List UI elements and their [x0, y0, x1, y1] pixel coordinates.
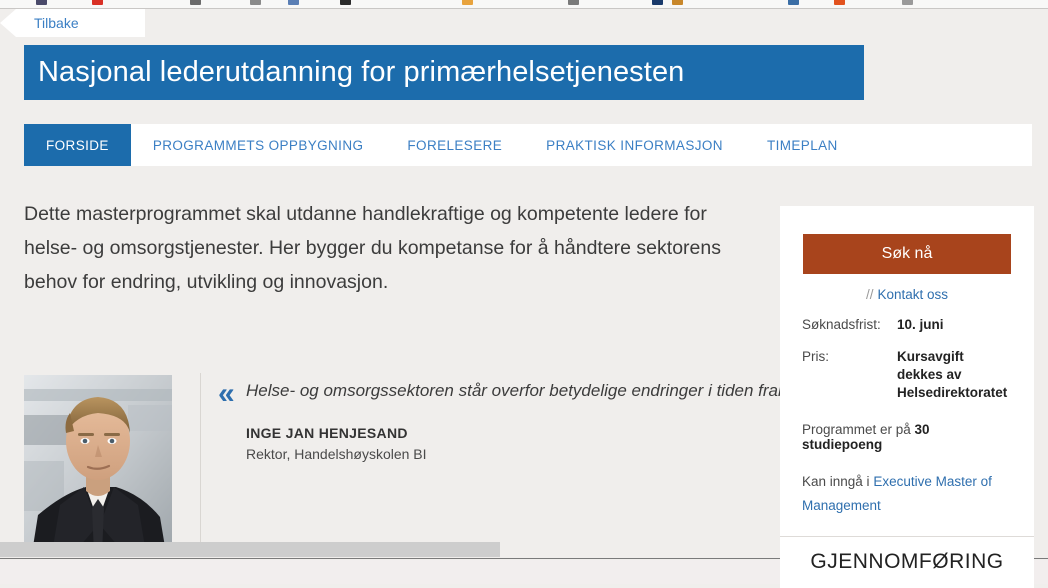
- slashes-icon: //: [865, 287, 874, 302]
- bookmark-icon-3[interactable]: [190, 0, 201, 5]
- bookmark-icon-5[interactable]: [288, 0, 299, 5]
- horizontal-scrollbar-thumb[interactable]: [0, 542, 500, 557]
- fact-value-deadline: 10. juni: [897, 317, 944, 332]
- nav-tab-timeplan[interactable]: TIMEPLAN: [745, 124, 860, 166]
- info-sidebar: Søk nå //Kontakt oss Søknadsfrist: 10. j…: [780, 206, 1034, 588]
- contact-link[interactable]: Kontakt oss: [877, 287, 948, 302]
- nav-tab-forelesere[interactable]: FORELESERE: [385, 124, 524, 166]
- section-heading: GJENNOMFØRING: [810, 550, 1004, 573]
- master-prefix: Kan inngå i: [802, 474, 874, 489]
- credits-prefix: Programmet er på: [802, 422, 915, 437]
- quote-author-role: Rektor, Handelshøyskolen BI: [246, 446, 427, 462]
- bookmark-icon-2[interactable]: [92, 0, 103, 5]
- bookmark-icon-6[interactable]: [340, 0, 351, 5]
- fact-label-deadline: Søknadsfrist:: [802, 317, 881, 332]
- credits-line: Programmet er på 30 studiepoeng: [802, 422, 1012, 452]
- contact-row: //Kontakt oss: [802, 287, 1012, 302]
- quote-author: INGE JAN HENJESAND: [246, 425, 408, 441]
- nav-tab-forside[interactable]: FORSIDE: [24, 124, 131, 166]
- page-title-banner: Nasjonal lederutdanning for primærhelset…: [24, 45, 864, 100]
- bookmark-icon-1[interactable]: [36, 0, 47, 5]
- nav-tab-programmets-oppbygning[interactable]: PROGRAMMETS OPPBYGNING: [131, 124, 386, 166]
- fact-row-deadline: Søknadsfrist: 10. juni: [802, 316, 1012, 334]
- bookmark-icon-8[interactable]: [568, 0, 579, 5]
- bookmark-icon-12[interactable]: [834, 0, 845, 5]
- quote-divider: [200, 373, 201, 555]
- fact-label-price: Pris:: [802, 349, 829, 364]
- browser-bookmark-bar: [0, 0, 1048, 9]
- bookmark-icon-13[interactable]: [902, 0, 913, 5]
- bookmark-icon-10[interactable]: [672, 0, 683, 5]
- main-navigation: FORSIDE PROGRAMMETS OPPBYGNING FORELESERE P…: [24, 124, 1032, 166]
- bookmark-icon-11[interactable]: [788, 0, 799, 5]
- nav-tab-praktisk-informasjon[interactable]: PRAKTISK INFORMASJON: [524, 124, 745, 166]
- page-content: Nasjonal lederutdanning for primærhelset…: [0, 37, 1048, 588]
- page-title: Nasjonal lederutdanning for primærhelset…: [38, 56, 685, 88]
- back-button[interactable]: Tilbake: [0, 9, 145, 37]
- intro-paragraph: Dette masterprogrammet skal utdanne hand…: [24, 203, 721, 293]
- bookmark-icon-7[interactable]: [462, 0, 473, 5]
- fact-row-price: Pris: Kursavgift dekkes av Helsedirektor…: [802, 348, 1012, 402]
- bookmark-icon-4[interactable]: [250, 0, 261, 5]
- bookmark-icon-9[interactable]: [652, 0, 663, 5]
- portrait-photo: [24, 375, 172, 553]
- back-button-label: Tilbake: [34, 15, 79, 31]
- master-line: Kan inngå i Executive Master of Manageme…: [802, 470, 1012, 518]
- apply-button[interactable]: Søk nå: [803, 234, 1011, 274]
- fact-value-price: Kursavgift dekkes av Helsedirektoratet: [897, 349, 1008, 400]
- quote-mark-icon: «: [218, 377, 235, 410]
